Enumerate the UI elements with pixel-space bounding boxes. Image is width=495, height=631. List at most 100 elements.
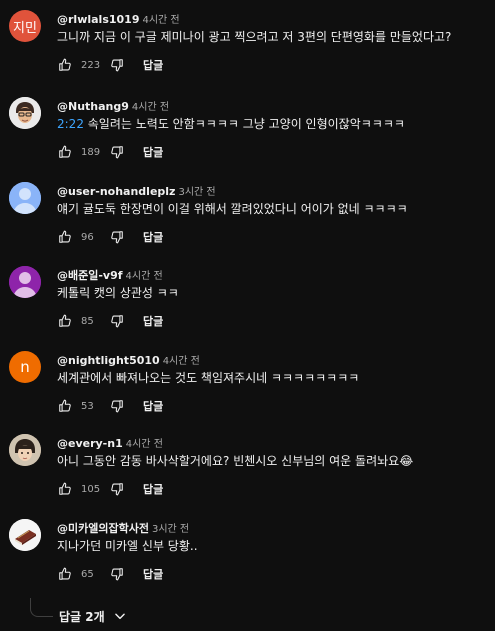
like-button[interactable] <box>57 313 73 329</box>
avatar[interactable] <box>9 182 41 214</box>
comment-header: @배준일-v9f 4시간 전 <box>57 266 163 285</box>
thumb-down-icon <box>111 59 123 72</box>
comment-header: @rlwlals1019 4시간 전 <box>57 10 180 29</box>
comment-time[interactable]: 3시간 전 <box>152 524 189 535</box>
comment-actions: 65 답글 <box>57 566 163 582</box>
default-person-icon <box>9 182 41 214</box>
avatar-initials: n <box>20 358 30 376</box>
comment-author[interactable]: @rlwlals1019 <box>57 13 139 26</box>
avatar[interactable]: 지민 <box>9 10 41 42</box>
reply-button[interactable]: 답글 <box>143 57 163 73</box>
avatar[interactable] <box>9 519 41 551</box>
dislike-button[interactable] <box>109 566 125 582</box>
avatar[interactable]: n <box>9 351 41 383</box>
thumb-up-icon <box>59 567 71 580</box>
replies-count-label: 답글 2개 <box>59 609 105 624</box>
dislike-button[interactable] <box>109 229 125 245</box>
dislike-button[interactable] <box>109 57 125 73</box>
thumb-down-icon <box>111 146 123 159</box>
comment-header: @미카엘의잡학사전 3시간 전 <box>57 519 189 538</box>
dislike-button[interactable] <box>109 481 125 497</box>
like-button[interactable] <box>57 229 73 245</box>
comment-actions: 223 답글 <box>57 57 163 73</box>
show-replies-button[interactable]: 답글 2개 <box>30 596 127 631</box>
thumb-down-icon <box>111 483 123 496</box>
thumb-up-icon <box>59 230 71 243</box>
comment-text: 지나가던 미카엘 신부 당황.. <box>57 539 198 553</box>
laughing-emoji: 😂 <box>399 454 414 468</box>
comment-actions: 105 답글 <box>57 481 163 497</box>
timestamp-link[interactable]: 2:22 <box>57 117 84 131</box>
reply-button[interactable]: 답글 <box>143 144 163 160</box>
comment-actions: 96 답글 <box>57 229 163 245</box>
thread-connector-line <box>30 597 53 617</box>
comment-text: 세계관에서 빠져나오는 것도 책임져주시네 ㅋㅋㅋㅋㅋㅋㅋㅋ <box>57 371 360 385</box>
comments-section: 지민 @rlwlals1019 4시간 전 그니까 지금 이 구글 제미나이 광고… <box>0 0 495 631</box>
reply-button[interactable]: 답글 <box>143 481 163 497</box>
like-count: 53 <box>81 400 94 412</box>
comment-author[interactable]: @배준일-v9f <box>57 269 123 282</box>
comment-time[interactable]: 4시간 전 <box>142 15 179 26</box>
thumb-up-icon <box>59 314 71 327</box>
comment-time[interactable]: 4시간 전 <box>132 102 169 113</box>
dislike-button[interactable] <box>109 144 125 160</box>
comment-time[interactable]: 4시간 전 <box>163 356 200 367</box>
thumb-up-icon <box>59 482 71 495</box>
comment-text: 그니까 지금 이 구글 제미나이 광고 찍으려고 저 3편의 단편영화를 만들었… <box>57 30 452 44</box>
like-count: 85 <box>81 315 94 327</box>
comment-text: 케톨릭 캣의 상관성 ㅋㅋ <box>57 286 179 300</box>
comment-author[interactable]: @Nuthang9 <box>57 100 129 113</box>
thumb-up-icon <box>59 145 71 158</box>
comment-text: 아니 그동안 감동 바사삭할거에요? 빈첸시오 신부님의 여운 돌려놔요😂 <box>57 453 413 469</box>
comment-author[interactable]: @every-n1 <box>57 437 123 450</box>
book-icon <box>9 519 41 551</box>
thumb-up-icon <box>59 399 71 412</box>
like-button[interactable] <box>57 57 73 73</box>
comment-author[interactable]: @미카엘의잡학사전 <box>57 522 149 535</box>
like-button[interactable] <box>57 144 73 160</box>
reply-button[interactable]: 답글 <box>143 566 163 582</box>
dislike-button[interactable] <box>109 313 125 329</box>
like-button[interactable] <box>57 481 73 497</box>
comment-header: @nightlight5010 4시간 전 <box>57 351 200 370</box>
comment-actions: 53 답글 <box>57 398 163 414</box>
reply-button[interactable]: 답글 <box>143 398 163 414</box>
comment-header: @Nuthang9 4시간 전 <box>57 97 169 116</box>
thumb-up-icon <box>59 58 71 71</box>
like-count: 105 <box>81 483 101 495</box>
dislike-button[interactable] <box>109 398 125 414</box>
comment-body: 아니 그동안 감동 바사삭할거에요? 빈첸시오 신부님의 여운 돌려놔요 <box>57 454 400 468</box>
reply-button[interactable]: 답글 <box>143 229 163 245</box>
like-button[interactable] <box>57 566 73 582</box>
like-count: 189 <box>81 146 101 158</box>
avatar[interactable] <box>9 434 41 466</box>
comment-author[interactable]: @nightlight5010 <box>57 354 160 367</box>
comment-time[interactable]: 3시간 전 <box>178 187 215 198</box>
like-count: 96 <box>81 231 94 243</box>
avatar-initials: 지민 <box>13 20 37 36</box>
like-count: 65 <box>81 568 94 580</box>
comment-header: @every-n1 4시간 전 <box>57 434 163 453</box>
like-button[interactable] <box>57 398 73 414</box>
chevron-down-icon <box>113 609 127 623</box>
comment-text: 얘기 귤도둑 한장면이 이걸 위해서 깔려있었다니 어이가 없네 ㅋㅋㅋㅋ <box>57 202 408 216</box>
thumb-down-icon <box>111 315 123 328</box>
thumb-down-icon <box>111 231 123 244</box>
default-person-icon <box>9 266 41 298</box>
comment-actions: 189 답글 <box>57 144 163 160</box>
thumb-down-icon <box>111 400 123 413</box>
comment-actions: 85 답글 <box>57 313 163 329</box>
comment-body: 속일려는 노력도 안함ㅋㅋㅋㅋ 그냥 고양이 인형이잖악ㅋㅋㅋㅋ <box>83 117 405 131</box>
comment-author[interactable]: @user-nohandleplz <box>57 185 175 198</box>
photo-avatar-icon <box>9 434 41 466</box>
like-count: 223 <box>81 59 101 71</box>
thumb-down-icon <box>111 568 123 581</box>
comment-time[interactable]: 4시간 전 <box>126 439 163 450</box>
comment-text: 2:22 속일려는 노력도 안함ㅋㅋㅋㅋ 그냥 고양이 인형이잖악ㅋㅋㅋㅋ <box>57 116 405 132</box>
comment-time[interactable]: 4시간 전 <box>126 271 163 282</box>
reply-button[interactable]: 답글 <box>143 313 163 329</box>
avatar[interactable] <box>9 97 41 129</box>
comment-header: @user-nohandleplz 3시간 전 <box>57 182 216 201</box>
avatar[interactable] <box>9 266 41 298</box>
memoji-avatar-icon <box>9 97 41 129</box>
